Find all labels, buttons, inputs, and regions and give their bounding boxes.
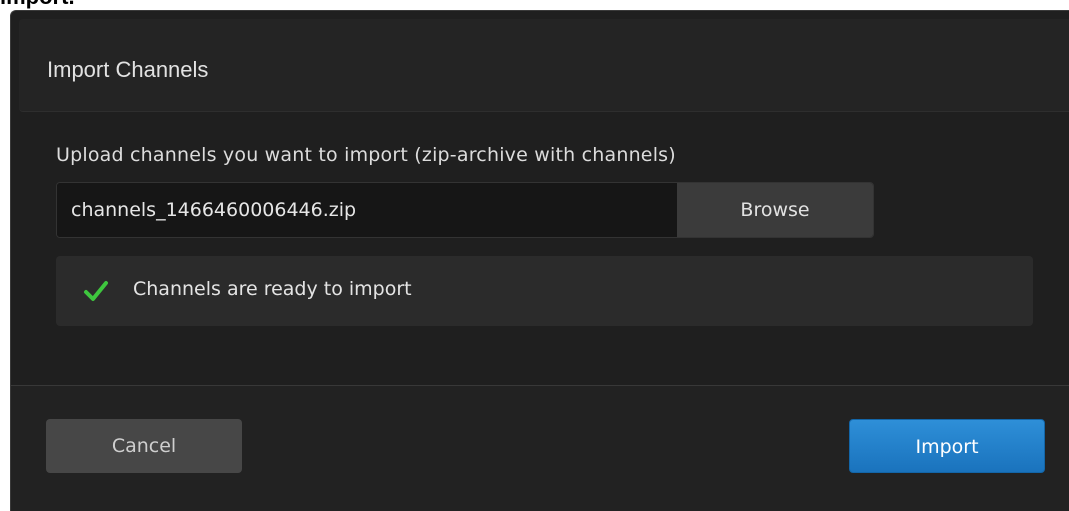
- upload-instructions: Upload channels you want to import (zip-…: [56, 144, 676, 166]
- file-path-input[interactable]: [57, 183, 677, 237]
- import-button[interactable]: Import: [849, 419, 1045, 473]
- check-icon: [84, 281, 108, 301]
- dialog-footer: Cancel Import: [11, 385, 1069, 511]
- cancel-button[interactable]: Cancel: [46, 419, 242, 473]
- dialog-title: Import Channels: [47, 57, 209, 82]
- status-message: Channels are ready to import: [56, 256, 1033, 326]
- file-upload-field: Browse: [56, 182, 874, 238]
- status-text: Channels are ready to import: [133, 278, 412, 300]
- browse-button[interactable]: Browse: [677, 183, 873, 237]
- page-heading-cropped: import.: [0, 0, 75, 8]
- import-channels-dialog: Import Channels Upload channels you want…: [10, 10, 1069, 511]
- dialog-header: Import Channels: [19, 19, 1069, 112]
